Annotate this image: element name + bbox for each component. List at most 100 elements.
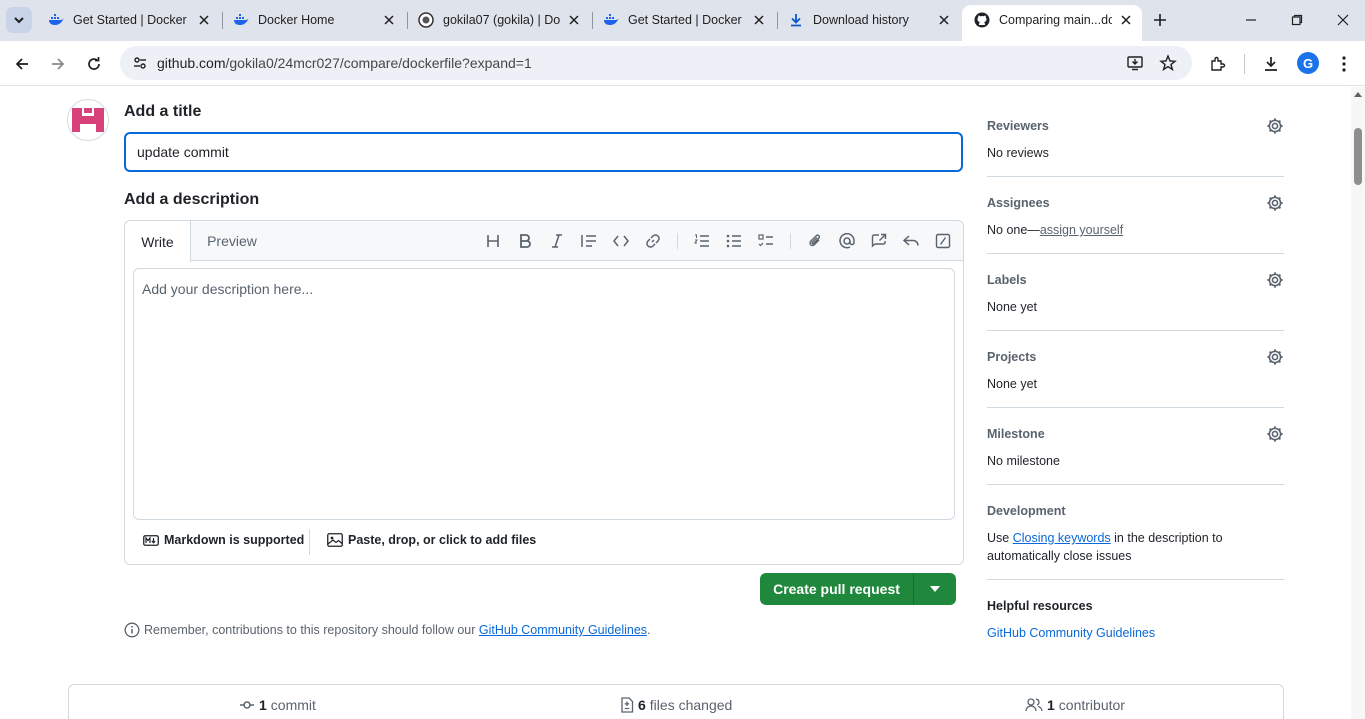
browser-tab-3[interactable]: gokila07 (gokila) | Do — [406, 5, 590, 35]
browser-tab-1[interactable]: Get Started | Docker — [36, 5, 220, 35]
markdown-note: Markdown is supported — [164, 533, 305, 547]
browser-tab-4[interactable]: Get Started | Docker — [591, 5, 775, 35]
url-path: /gokila0/24mcr027/compare/dockerfile?exp… — [225, 55, 532, 71]
sidebar-helpful-resources: Helpful resources GitHub Community Guide… — [987, 599, 1284, 642]
link-icon[interactable] — [644, 232, 662, 250]
sidebar-assignees: Assignees No one—assign yourself — [987, 194, 1284, 239]
milestone-value: No milestone — [987, 454, 1060, 468]
compare-stats-bar: 1 commit 6 files changed 1 contributor — [68, 684, 1284, 719]
browser-tab-active[interactable]: Comparing main...doc — [962, 5, 1142, 41]
reviewers-title: Reviewers — [987, 119, 1049, 133]
task-list-icon[interactable] — [757, 232, 775, 250]
scrollbar-thumb[interactable] — [1354, 128, 1362, 185]
closing-keywords-link[interactable]: Closing keywords — [1013, 531, 1111, 545]
close-icon[interactable] — [381, 12, 397, 28]
dockerhub-avatar-icon — [418, 12, 434, 28]
assignees-value: No one—assign yourself — [987, 221, 1284, 239]
url-text[interactable]: github.com/gokila0/24mcr027/compare/dock… — [157, 55, 532, 71]
create-pull-request-button[interactable]: Create pull request — [760, 573, 914, 605]
numbered-list-icon[interactable] — [693, 232, 711, 250]
menu-icon[interactable] — [1333, 53, 1355, 75]
footer-divider — [309, 529, 310, 555]
create-pull-request-dropdown[interactable] — [914, 573, 956, 605]
cross-reference-icon[interactable] — [870, 232, 888, 250]
milestone-title: Milestone — [987, 427, 1045, 441]
contributors-count: 1 — [1047, 697, 1055, 713]
projects-title: Projects — [987, 350, 1037, 364]
sidebar-reviewers: Reviewers No reviews — [987, 117, 1284, 162]
close-icon[interactable] — [196, 12, 212, 28]
assign-yourself-link[interactable]: assign yourself — [1040, 223, 1123, 237]
info-icon — [124, 622, 140, 638]
community-guidelines-link[interactable]: GitHub Community Guidelines — [479, 623, 647, 637]
add-files-button[interactable]: Paste, drop, or click to add files — [327, 533, 536, 547]
reply-icon[interactable] — [902, 232, 920, 250]
sidebar-divider — [987, 176, 1284, 177]
reviewers-value: No reviews — [987, 146, 1049, 160]
bulleted-list-icon[interactable] — [725, 232, 743, 250]
mention-icon[interactable] — [838, 232, 856, 250]
editor-header: Write Preview — [125, 221, 963, 262]
close-icon[interactable] — [566, 12, 582, 28]
slash-commands-icon[interactable] — [934, 232, 952, 250]
new-tab-button[interactable] — [1148, 8, 1172, 32]
reload-button[interactable] — [80, 50, 108, 78]
gear-icon[interactable] — [1266, 348, 1284, 366]
contributors-stat[interactable]: 1 contributor — [1025, 697, 1125, 713]
back-button[interactable] — [8, 50, 36, 78]
tab-strip: Get Started | Docker Docker Home gokila0… — [0, 0, 1365, 41]
bold-icon[interactable] — [516, 232, 534, 250]
address-bar[interactable]: github.com/gokila0/24mcr027/compare/dock… — [120, 46, 1192, 80]
title-heading: Add a title — [124, 103, 202, 120]
tab-preview[interactable]: Preview — [191, 221, 273, 261]
url-host: github.com — [157, 55, 226, 71]
tab-title: Get Started | Docker — [628, 13, 742, 27]
tab-search-button[interactable] — [6, 7, 32, 33]
forward-button[interactable] — [44, 50, 72, 78]
description-textarea[interactable] — [133, 268, 955, 520]
sidebar-guidelines-link[interactable]: GitHub Community Guidelines — [987, 626, 1155, 640]
file-diff-icon — [621, 697, 634, 713]
gear-icon[interactable] — [1266, 194, 1284, 212]
extensions-icon[interactable] — [1207, 53, 1229, 75]
contributors-label: contributor — [1058, 697, 1125, 713]
close-icon[interactable] — [936, 12, 952, 28]
profile-avatar[interactable]: G — [1297, 52, 1319, 74]
close-icon[interactable] — [751, 12, 767, 28]
labels-value: None yet — [987, 300, 1038, 314]
sidebar-divider — [987, 330, 1284, 331]
restore-button[interactable] — [1284, 8, 1310, 32]
minimize-button[interactable] — [1238, 8, 1264, 32]
italic-icon[interactable] — [548, 232, 566, 250]
sidebar-milestone: Milestone No milestone — [987, 425, 1284, 470]
gear-icon[interactable] — [1266, 117, 1284, 135]
scroll-up-arrow-icon[interactable] — [1353, 90, 1363, 100]
markdown-support-link[interactable]: Markdown is supported — [143, 533, 304, 547]
commits-label: commit — [270, 697, 316, 713]
browser-tab-5[interactable]: Download history — [776, 5, 960, 35]
browser-tab-2[interactable]: Docker Home — [221, 5, 405, 35]
site-info-icon[interactable] — [132, 55, 148, 71]
github-icon — [974, 12, 990, 28]
paperclip-icon[interactable] — [806, 232, 824, 250]
heading-icon[interactable] — [484, 232, 502, 250]
plus-icon — [1154, 14, 1166, 26]
close-window-button[interactable] — [1330, 8, 1356, 32]
close-icon[interactable] — [1118, 12, 1134, 28]
sidebar-development: Development Use Closing keywords in the … — [987, 504, 1284, 565]
arrow-right-icon — [52, 58, 65, 70]
avatar[interactable] — [67, 99, 109, 141]
close-icon — [1337, 14, 1349, 26]
title-input[interactable] — [124, 132, 963, 172]
gear-icon[interactable] — [1266, 271, 1284, 289]
download-icon — [788, 12, 804, 28]
quote-icon[interactable] — [580, 232, 598, 250]
install-app-icon[interactable] — [1126, 54, 1144, 72]
code-icon[interactable] — [612, 232, 630, 250]
bookmark-star-icon[interactable] — [1159, 54, 1177, 72]
gear-icon[interactable] — [1266, 425, 1284, 443]
downloads-icon[interactable] — [1260, 53, 1282, 75]
tab-write[interactable]: Write — [125, 221, 191, 262]
commits-stat[interactable]: 1 commit — [239, 697, 316, 713]
files-changed-stat[interactable]: 6 files changed — [620, 697, 732, 713]
